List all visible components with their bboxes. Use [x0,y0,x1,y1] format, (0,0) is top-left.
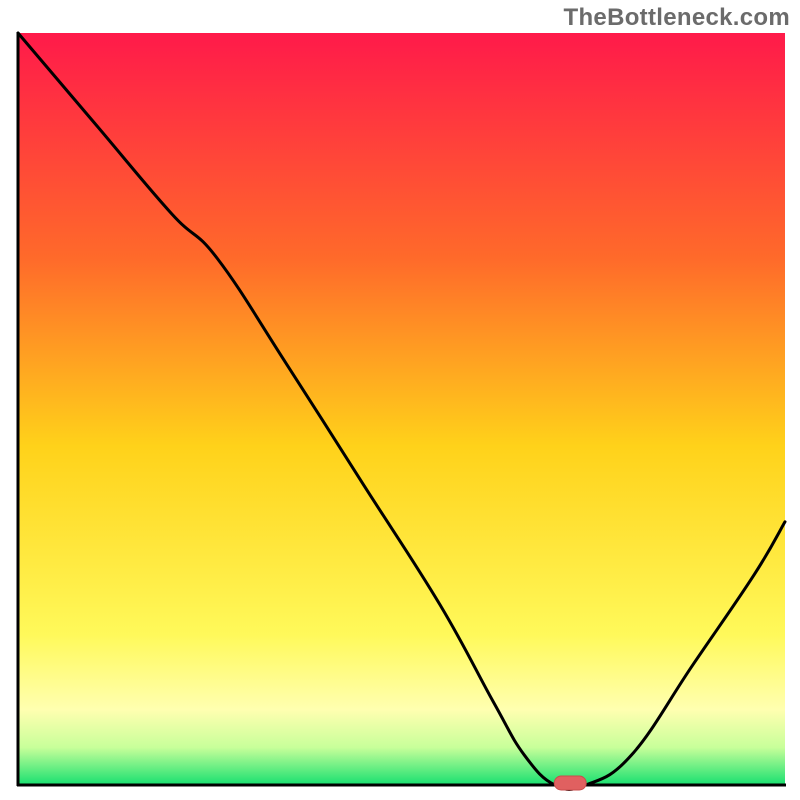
chart-container: { "watermark": "TheBottleneck.com", "col… [0,0,800,800]
bottleneck-chart [0,0,800,800]
optimal-marker [554,776,586,790]
